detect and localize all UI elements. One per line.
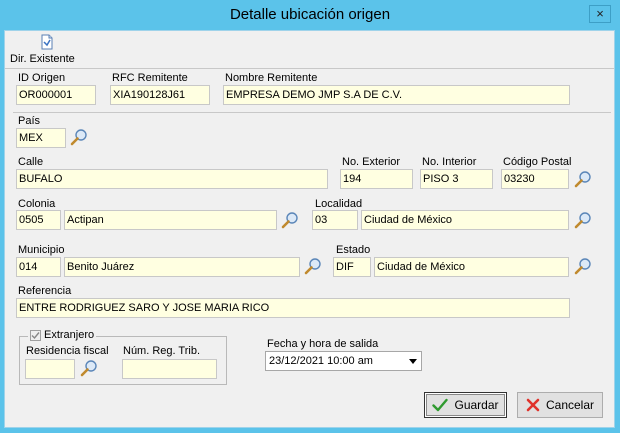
fecha-salida-picker[interactable]: 23/12/2021 10:00 am — [265, 351, 422, 371]
close-icon — [526, 398, 540, 412]
dropdown-arrow-icon[interactable] — [406, 354, 420, 368]
id-origen-field[interactable]: OR000001 — [16, 85, 96, 105]
window-title: Detalle ubicación origen — [229, 6, 391, 23]
nombre-remitente-label: Nombre Remitente — [225, 72, 318, 84]
fecha-salida-label: Fecha y hora de salida — [267, 338, 379, 350]
estado-label: Estado — [336, 244, 371, 256]
municipio-label: Municipio — [18, 244, 65, 256]
calle-label: Calle — [18, 156, 44, 168]
no-interior-label: No. Interior — [422, 156, 477, 168]
codigo-postal-label: Código Postal — [503, 156, 572, 168]
fecha-salida-value: 23/12/2021 10:00 am — [269, 355, 373, 367]
dir-existente-label: Dir. Existente — [10, 53, 75, 65]
colonia-search-icon[interactable] — [281, 211, 299, 229]
codigo-postal-search-icon[interactable] — [574, 170, 592, 188]
localidad-search-icon[interactable] — [574, 211, 592, 229]
calle-field[interactable]: BUFALO — [16, 169, 328, 189]
nombre-remitente-field[interactable]: EMPRESA DEMO JMP S.A DE C.V. — [223, 85, 570, 105]
extranjero-check-box[interactable] — [30, 329, 41, 341]
municipio-search-icon[interactable] — [304, 257, 322, 275]
estado-search-icon[interactable] — [574, 257, 592, 275]
pais-search-icon[interactable] — [70, 128, 88, 146]
dialog-body: Dir. Existente ID Origen OR000001 RFC Re… — [4, 30, 615, 428]
estado-name-field[interactable]: Ciudad de México — [374, 257, 569, 277]
extranjero-label: Extranjero — [44, 329, 95, 341]
cancelar-label: Cancelar — [545, 398, 595, 412]
close-button[interactable]: × — [589, 5, 611, 23]
guardar-button[interactable]: Guardar — [424, 392, 507, 418]
section-separator — [13, 112, 611, 113]
checkmark-icon — [432, 398, 449, 412]
referencia-field[interactable]: ENTRE RODRIGUEZ SARO Y JOSE MARIA RICO — [16, 298, 570, 318]
dir-existente-button[interactable]: Dir. Existente — [7, 33, 79, 65]
colonia-name-field[interactable]: Actipan — [64, 210, 277, 230]
checkmark-icon — [31, 331, 40, 339]
pais-label: País — [18, 115, 41, 127]
pais-field[interactable]: MEX — [16, 128, 66, 148]
colonia-label: Colonia — [18, 198, 56, 210]
no-exterior-field[interactable]: 194 — [340, 169, 413, 189]
rfc-remitente-label: RFC Remitente — [112, 72, 188, 84]
num-reg-trib-label: Núm. Reg. Trib. — [123, 345, 201, 357]
cancelar-button[interactable]: Cancelar — [517, 392, 603, 418]
referencia-label: Referencia — [18, 285, 72, 297]
municipio-code-field[interactable]: 014 — [16, 257, 61, 277]
no-interior-field[interactable]: PISO 3 — [420, 169, 493, 189]
residencia-fiscal-label: Residencia fiscal — [26, 345, 109, 357]
estado-code-field[interactable]: DIF — [333, 257, 371, 277]
document-icon — [41, 34, 53, 50]
localidad-name-field[interactable]: Ciudad de México — [361, 210, 569, 230]
codigo-postal-field[interactable]: 03230 — [501, 169, 569, 189]
num-reg-trib-field[interactable] — [122, 359, 217, 379]
rfc-remitente-field[interactable]: XIA190128J61 — [110, 85, 210, 105]
id-origen-label: ID Origen — [18, 72, 66, 84]
no-exterior-label: No. Exterior — [342, 156, 401, 168]
guardar-label: Guardar — [454, 398, 499, 412]
colonia-code-field[interactable]: 0505 — [16, 210, 61, 230]
extranjero-checkbox[interactable]: Extranjero — [28, 329, 97, 341]
title-bar[interactable]: Detalle ubicación origen × — [0, 0, 620, 30]
municipio-name-field[interactable]: Benito Juárez — [64, 257, 300, 277]
residencia-fiscal-search-icon[interactable] — [80, 359, 98, 377]
localidad-label: Localidad — [315, 198, 363, 210]
residencia-fiscal-field[interactable] — [25, 359, 75, 379]
toolbar-separator — [5, 68, 614, 69]
localidad-code-field[interactable]: 03 — [312, 210, 358, 230]
